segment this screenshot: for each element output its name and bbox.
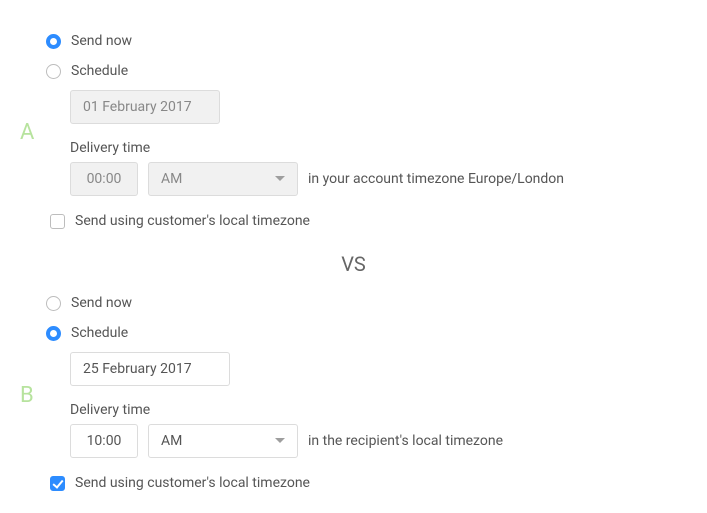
date-value: 01 February 2017	[83, 99, 192, 115]
ampm-select[interactable]: AM	[148, 424, 298, 458]
schedule-subblock: 25 February 2017 Delivery time 10:00 AM …	[70, 352, 503, 494]
ampm-value: AM	[161, 433, 182, 449]
timezone-note: in the recipient's local timezone	[308, 433, 503, 449]
local-tz-option[interactable]: Send using customer's local timezone	[50, 472, 503, 494]
schedule-label: Schedule	[71, 325, 128, 341]
send-now-label: Send now	[71, 33, 132, 49]
timezone-note: in your account timezone Europe/London	[308, 171, 564, 187]
local-tz-option[interactable]: Send using customer's local timezone	[50, 210, 564, 232]
checkbox-icon	[50, 476, 65, 491]
radio-icon	[46, 296, 61, 311]
radio-icon	[46, 34, 61, 49]
time-input[interactable]: 10:00	[70, 424, 138, 458]
chevron-down-icon	[275, 438, 285, 444]
time-value: 10:00	[87, 433, 122, 449]
schedule-subblock: 01 February 2017 Delivery time 00:00 AM …	[70, 90, 564, 232]
send-now-label: Send now	[71, 295, 132, 311]
panel-a: Send now Schedule 01 February 2017 Deliv…	[46, 30, 564, 240]
delivery-time-label: Delivery time	[70, 402, 503, 418]
option-send-now[interactable]: Send now	[46, 292, 503, 314]
panel-b: Send now Schedule 25 February 2017 Deliv…	[46, 292, 503, 502]
date-input[interactable]: 25 February 2017	[70, 352, 230, 386]
option-schedule[interactable]: Schedule	[46, 322, 503, 344]
option-schedule[interactable]: Schedule	[46, 60, 564, 82]
ampm-select[interactable]: AM	[148, 162, 298, 196]
vs-divider: VS	[0, 252, 707, 276]
variant-b-letter: B	[20, 383, 34, 408]
time-value: 00:00	[87, 171, 122, 187]
local-tz-label: Send using customer's local timezone	[75, 475, 310, 491]
checkbox-icon	[50, 214, 65, 229]
delivery-time-row: 00:00 AM in your account timezone Europe…	[70, 162, 564, 196]
date-input[interactable]: 01 February 2017	[70, 90, 220, 124]
radio-icon	[46, 326, 61, 341]
chevron-down-icon	[275, 176, 285, 182]
delivery-time-label: Delivery time	[70, 140, 564, 156]
time-input[interactable]: 00:00	[70, 162, 138, 196]
radio-icon	[46, 64, 61, 79]
option-send-now[interactable]: Send now	[46, 30, 564, 52]
date-value: 25 February 2017	[83, 361, 192, 377]
local-tz-label: Send using customer's local timezone	[75, 213, 310, 229]
delivery-time-row: 10:00 AM in the recipient's local timezo…	[70, 424, 503, 458]
variant-a-letter: A	[20, 120, 34, 145]
ampm-value: AM	[161, 171, 182, 187]
schedule-label: Schedule	[71, 63, 128, 79]
